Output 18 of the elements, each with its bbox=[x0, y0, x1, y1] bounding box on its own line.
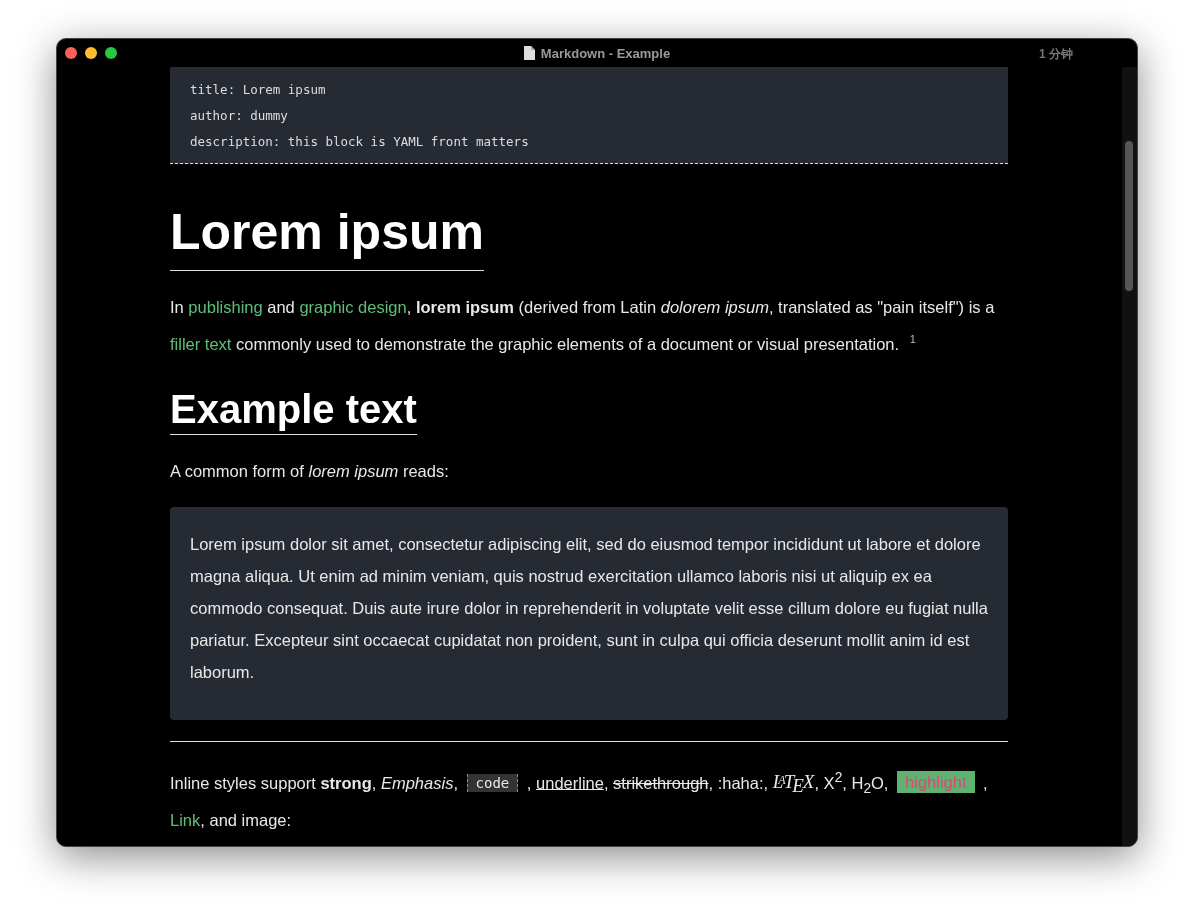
heading: Lorem ipsum bbox=[170, 198, 484, 271]
quote-block: Lorem ipsum dolor sit amet, consectetur adipiscing elit, sed do eiusmod tempor incididunt ut labore et dolore magna aliqua. Ut enim ad minim veniam, quis nostrud exercitation ullamco laboris nisi ut aliquip ex ea commodo consequat. Duis aute irure dolor in reprehenderit in voluptate velit esse cillum dolore eu fugiat nulla pariatur. Excepteur sint occaecat cupidatat non proident, sunt in culpa qui officia deserunt mollit anim id est laborum. bbox=[170, 506, 1008, 720]
document-icon bbox=[523, 46, 535, 60]
footnote-link[interactable]: 1 bbox=[909, 333, 916, 345]
scrollbar-thumb[interactable] bbox=[1125, 141, 1133, 291]
minimize-button[interactable] bbox=[85, 47, 97, 59]
window-title: Markdown - Example bbox=[540, 45, 671, 61]
paragraph: In publishing and graphic design, lorem ipsum (derived from Latin dolorem ipsum, translated as "pain itself") is a filler text commonly used to demonstrate the graphic elements of a document or visual presentation. $^{1}$ bbox=[170, 297, 996, 355]
paragraph: A common form of lorem ipsum reads: bbox=[170, 460, 450, 482]
close-button[interactable] bbox=[65, 47, 77, 59]
zoom-button[interactable] bbox=[105, 47, 117, 59]
text-link[interactable]: filler text bbox=[170, 334, 232, 353]
text-link[interactable]: graphic design bbox=[299, 298, 407, 316]
text-link[interactable]: Link bbox=[170, 811, 201, 830]
heading: Example text bbox=[170, 383, 417, 435]
reading-time: 1 分钟 bbox=[1039, 46, 1073, 63]
front-matter-block: title: Lorem ipsum author: dummy description: this block is YAML front matters bbox=[170, 67, 1008, 164]
text-link[interactable]: publishing bbox=[188, 298, 263, 316]
